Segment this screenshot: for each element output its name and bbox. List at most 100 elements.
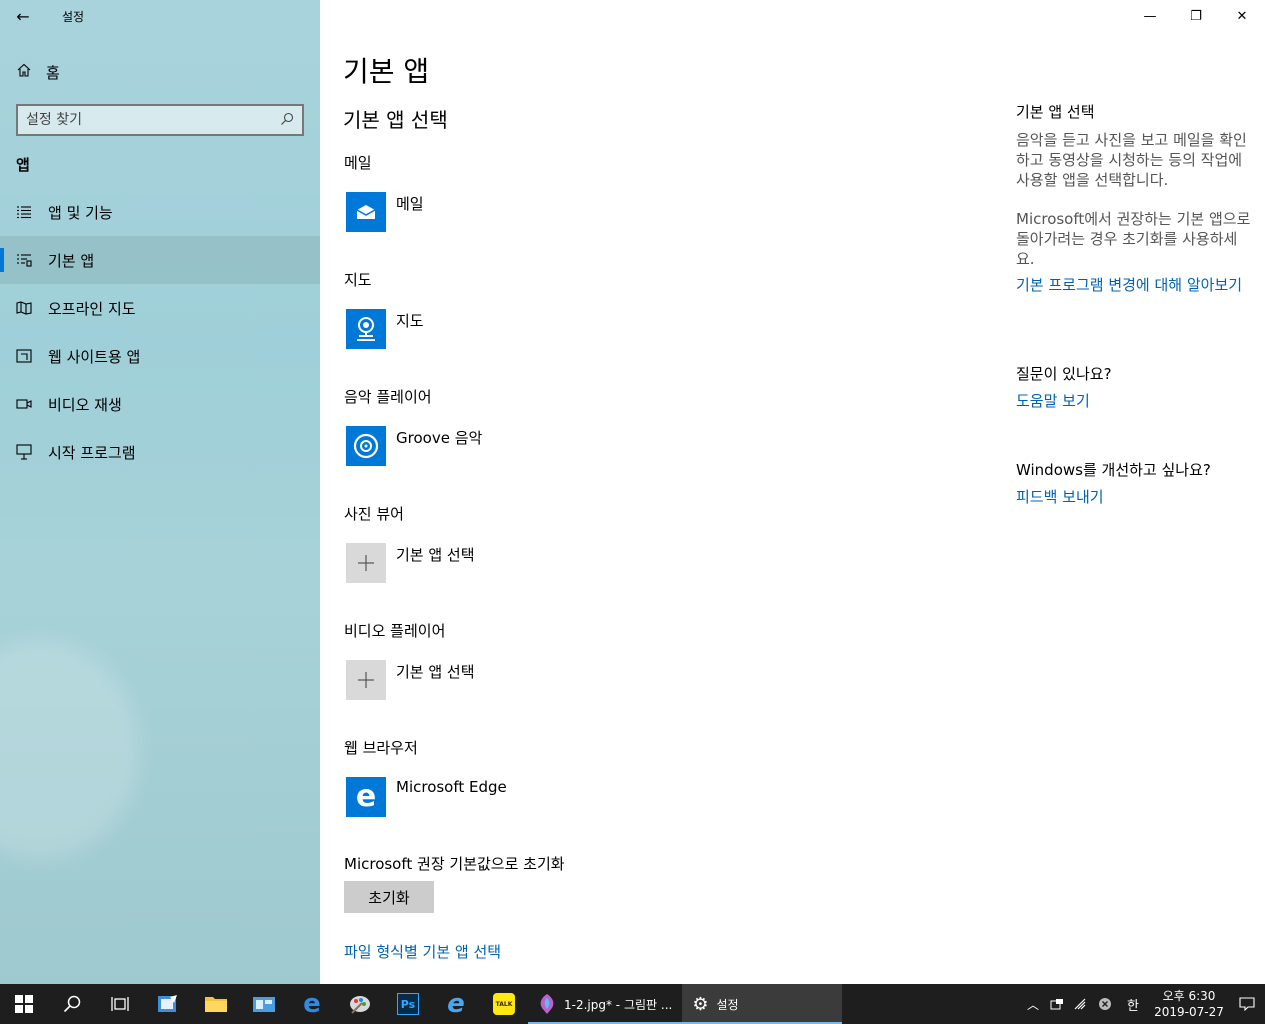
volume-muted-icon[interactable] [1093,984,1117,1024]
sidebar-item-apps-features[interactable]: 앱 및 기능 [0,188,320,236]
app-name: 지도 [396,312,424,330]
taskbar-search-button[interactable] [48,984,96,1024]
kakaotalk-icon: TALK [493,993,515,1015]
help-link[interactable]: 도움말 보기 [1016,391,1256,411]
task-view-button[interactable] [96,984,144,1024]
close-button[interactable]: ✕ [1219,0,1265,32]
taskbar-app-kakaotalk[interactable]: TALK [480,984,528,1024]
category-maps-label: 지도 [344,271,372,289]
network-icon[interactable] [1069,984,1093,1024]
default-app-video[interactable]: 기본 앱 선택 [346,660,475,700]
windows-logo-icon [15,995,33,1013]
chevron-up-icon: ︿ [1026,997,1039,1012]
taskbar-window-settings[interactable]: ⚙ 설정 [682,984,843,1024]
apps-for-websites-icon [16,348,32,364]
palette-icon [350,996,370,1014]
home-nav[interactable]: 홈 [16,60,60,84]
close-icon: ✕ [1236,8,1248,24]
section-heading: 앱 [16,156,30,174]
category-music-label: 음악 플레이어 [344,388,432,406]
default-app-maps[interactable]: 지도 [346,309,424,349]
sidebar-item-default-apps[interactable]: 기본 앱 [0,236,320,284]
task-view-icon [111,997,129,1011]
document-app-icon [158,995,177,1012]
taskbar-app-file-explorer[interactable] [192,984,240,1024]
clock-time: 오후 6:30 [1162,989,1216,1003]
paint-icon [540,994,554,1014]
minimize-icon: — [1143,8,1157,24]
search-input[interactable] [26,112,280,128]
category-browser-label: 웹 브라우저 [344,739,418,757]
tray-device-icon[interactable] [1045,984,1069,1024]
window-controls: — ❐ ✕ [1127,0,1265,32]
edge-icon: e [346,777,386,817]
sidebar-item-label: 앱 및 기능 [48,203,113,222]
category-photo-label: 사진 뷰어 [344,505,404,523]
taskbar-app-notepad[interactable] [144,984,192,1024]
question-heading: 질문이 있나요? [1016,365,1112,383]
home-icon [16,62,32,82]
video-playback-icon [16,396,32,412]
reset-button[interactable]: 초기화 [344,881,434,913]
default-app-browser[interactable]: e Microsoft Edge [346,777,507,817]
aside-reset-description: Microsoft에서 권장하는 기본 앱으로 돌아가려는 경우 초기화를 사용… [1016,210,1251,268]
startup-icon [16,444,32,460]
default-app-photo[interactable]: 기본 앱 선택 [346,543,475,583]
notification-center-button[interactable] [1229,984,1265,1024]
search-icon[interactable] [280,111,294,130]
sidebar-item-offline-maps[interactable]: 오프라인 지도 [0,284,320,332]
plus-icon [346,543,386,583]
taskbar-app-internet-explorer[interactable]: e [432,984,480,1024]
page-title: 기본 앱 [343,55,430,88]
taskbar-app-paint-legacy[interactable] [336,984,384,1024]
taskbar-app-photoshop[interactable]: Ps [384,984,432,1024]
apps-features-icon [16,204,32,220]
plus-icon [346,660,386,700]
sidebar-item-video-playback[interactable]: 비디오 재생 [0,380,320,428]
internet-explorer-icon: e [447,989,465,1019]
taskbar: e Ps e TALK 1-2.jpg* - 그림판 ... ⚙ 설정 ︿ 한 … [0,984,1265,1024]
taskbar-app-edge[interactable]: e [288,984,336,1024]
sidebar-item-label: 기본 앱 [48,251,95,270]
learn-more-link[interactable]: 기본 프로그램 변경에 대해 알아보기 [1016,275,1256,295]
clock-date: 2019-07-27 [1154,1005,1224,1019]
settings-search[interactable] [16,104,304,136]
sidebar-item-startup[interactable]: 시작 프로그램 [0,428,320,476]
background-decoration [0,640,140,860]
window-title: 설정 [62,9,85,24]
maps-icon [346,309,386,349]
sidebar-nav: 앱 및 기능 기본 앱 오프라인 지도 웹 사이트용 앱 비디오 재생 시작 프… [0,188,320,476]
notification-icon [1239,997,1255,1011]
mail-icon [346,192,386,232]
offline-maps-icon [16,300,32,316]
show-hidden-icons-button[interactable]: ︿ [1021,984,1045,1024]
default-app-music[interactable]: Groove 음악 [346,426,482,466]
sidebar-item-label: 웹 사이트용 앱 [48,347,141,366]
filetype-defaults-link[interactable]: 파일 형식별 기본 앱 선택 [344,941,501,962]
aside-heading: 기본 앱 선택 [1016,103,1095,121]
sidebar-item-label: 시작 프로그램 [48,443,136,462]
start-button[interactable] [0,984,48,1024]
back-button[interactable]: ← [0,0,46,32]
back-arrow-icon: ← [16,6,30,26]
clock[interactable]: 오후 6:30 2019-07-27 [1149,988,1229,1020]
feedback-link[interactable]: 피드백 보내기 [1016,487,1256,507]
taskbar-window-paint[interactable]: 1-2.jpg* - 그림판 ... [528,984,683,1024]
title-bar: ← 설정 [0,0,320,32]
sidebar-item-apps-for-websites[interactable]: 웹 사이트용 앱 [0,332,320,380]
ime-indicator[interactable]: 한 [1117,984,1149,1024]
edge-icon: e [303,989,321,1019]
reset-label: Microsoft 권장 기본값으로 초기화 [344,855,565,873]
restore-icon: ❐ [1190,8,1202,24]
home-label: 홈 [46,63,60,82]
taskbar-app-control-panel[interactable] [240,984,288,1024]
restore-button[interactable]: ❐ [1173,0,1219,32]
minimize-button[interactable]: — [1127,0,1173,32]
system-tray: ︿ 한 오후 6:30 2019-07-27 [1021,984,1265,1024]
folder-icon [205,997,227,1012]
default-app-mail[interactable]: 메일 [346,192,424,232]
app-name: 메일 [396,195,424,213]
taskbar-window-label: 1-2.jpg* - 그림판 ... [564,997,673,1012]
sidebar-item-label: 오프라인 지도 [48,299,136,318]
groove-music-icon [346,426,386,466]
